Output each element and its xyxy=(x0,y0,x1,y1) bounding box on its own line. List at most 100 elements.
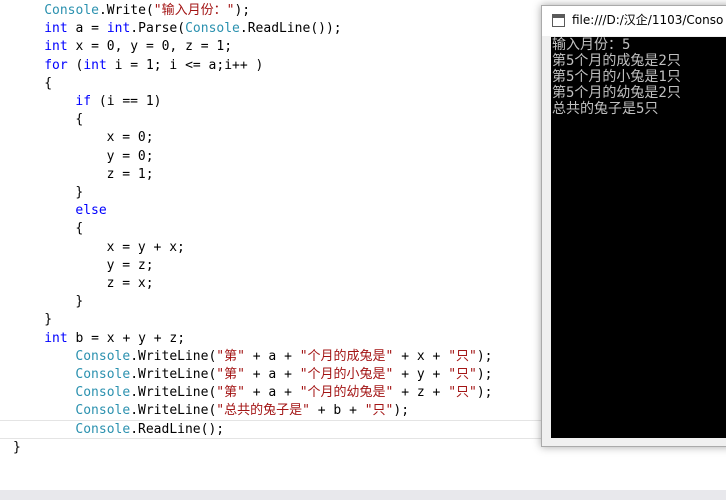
code-token: else xyxy=(75,203,107,219)
code-line: z = x; xyxy=(107,275,154,293)
code-token: "只" xyxy=(448,385,477,401)
console-output-line: 总共的兔子是5只 xyxy=(552,101,659,117)
code-line: } xyxy=(75,184,83,202)
code-line: Console.Write("输入月份："); xyxy=(44,2,250,20)
code-line: x = 0; xyxy=(107,129,154,147)
code-token: + a + xyxy=(244,348,300,364)
code-token: .WriteLine( xyxy=(130,367,217,382)
code-token: } xyxy=(75,185,84,200)
code-token: "只" xyxy=(448,367,477,382)
code-token: + b + xyxy=(309,403,365,419)
code-line: } xyxy=(44,311,52,329)
code-token: "个月的幼兔是" xyxy=(299,385,394,401)
console-output-area[interactable]: 输入月份：5 第5个月的成兔是2只 第5个月的小兔是1只 第5个月的幼兔是2只 … xyxy=(551,37,726,438)
code-token: } xyxy=(44,312,53,328)
code-token: if xyxy=(75,94,92,109)
code-token: ); xyxy=(393,403,410,419)
code-line: Console.WriteLine("第" + a + "个月的成兔是" + x… xyxy=(75,348,492,366)
code-line: int b = x + y + z; xyxy=(44,330,185,348)
code-token: + a + xyxy=(244,367,300,382)
code-line: x = y + x; xyxy=(107,239,185,257)
code-token: i = 1; i <= a;i++ ) xyxy=(106,57,264,73)
console-window[interactable]: file:///D:/汉企/1103/Conso 输入月份：5 第5个月的成兔是… xyxy=(541,5,726,447)
code-line: { xyxy=(75,220,83,238)
code-token: z = 1; xyxy=(106,166,154,182)
code-token: y = z; xyxy=(106,257,154,273)
code-line: for (int i = 1; i <= a;i++ ) xyxy=(44,57,263,75)
console-titlebar[interactable]: file:///D:/汉企/1103/Conso xyxy=(542,6,726,36)
code-token: Console xyxy=(44,3,99,18)
code-token: .Parse( xyxy=(130,21,186,37)
code-line: Console.ReadLine(); xyxy=(75,421,224,439)
code-token: y = 0; xyxy=(106,148,154,164)
code-line: { xyxy=(44,75,52,93)
code-token: { xyxy=(75,112,84,128)
code-token: Console xyxy=(75,403,131,419)
code-token: } xyxy=(75,294,84,310)
code-line: int a = int.Parse(Console.ReadLine()); xyxy=(44,20,341,38)
code-line: } xyxy=(13,439,21,457)
code-line: { xyxy=(75,111,83,129)
code-token: z = x; xyxy=(106,276,154,291)
code-token: int xyxy=(106,21,131,37)
code-line: else xyxy=(75,202,106,220)
code-token: .WriteLine( xyxy=(130,403,217,419)
code-token: .WriteLine( xyxy=(130,348,217,364)
code-token: x = 0, y = 0, z = 1; xyxy=(67,39,233,55)
code-token: .ReadLine(); xyxy=(130,421,225,437)
code-token: (i == 1) xyxy=(91,94,162,109)
code-token: } xyxy=(13,439,21,455)
code-token: ); xyxy=(234,3,251,18)
code-token: int xyxy=(44,330,68,346)
code-token: { xyxy=(75,221,84,237)
code-token: { xyxy=(44,75,53,91)
code-token: "总共的兔子是" xyxy=(216,403,310,419)
console-output-line: 第5个月的小兔是1只 xyxy=(552,69,681,85)
code-token: Console xyxy=(75,348,131,364)
code-token: ); xyxy=(476,367,493,382)
code-token: ( xyxy=(67,57,84,73)
code-token: Console xyxy=(75,421,131,437)
code-token: .WriteLine( xyxy=(130,385,217,401)
code-token: for xyxy=(44,57,68,73)
code-line: z = 1; xyxy=(107,166,154,184)
code-line: } xyxy=(75,293,83,311)
code-token: a = xyxy=(67,21,107,37)
code-token: "第" xyxy=(216,385,245,401)
code-token: ); xyxy=(476,348,493,364)
console-output-line: 第5个月的成兔是2只 xyxy=(552,53,681,69)
code-token: Console xyxy=(75,385,131,401)
code-token: x = 0; xyxy=(106,130,154,146)
code-token: "输入月份：" xyxy=(153,3,235,18)
code-token: int xyxy=(83,57,107,73)
code-token: "第" xyxy=(216,367,245,382)
code-line: y = z; xyxy=(107,257,154,275)
code-token: + z + xyxy=(393,385,449,401)
code-token: "个月的小兔是" xyxy=(299,367,394,382)
code-token: int xyxy=(44,21,68,37)
code-line: Console.WriteLine("第" + a + "个月的小兔是" + y… xyxy=(75,366,492,384)
code-line: y = 0; xyxy=(107,148,154,166)
console-output-line: 第5个月的幼兔是2只 xyxy=(552,85,681,101)
code-token: + y + xyxy=(393,367,449,382)
code-token: b = x + y + z; xyxy=(67,330,186,346)
console-app-icon xyxy=(552,14,565,27)
code-token: ); xyxy=(476,385,493,401)
code-token: Console xyxy=(185,21,240,37)
code-line: if (i == 1) xyxy=(75,93,161,111)
code-token: + a + xyxy=(244,385,300,401)
code-token: .ReadLine()); xyxy=(239,21,342,37)
code-token: + x + xyxy=(393,348,449,364)
console-output-line: 输入月份：5 xyxy=(552,37,631,53)
editor-bottom-bar xyxy=(0,490,726,500)
code-line: int x = 0, y = 0, z = 1; xyxy=(44,38,232,56)
code-token: "个月的成兔是" xyxy=(299,348,394,364)
code-token: Console xyxy=(75,367,131,382)
code-token: "只" xyxy=(448,348,477,364)
code-token: int xyxy=(44,39,68,55)
console-title: file:///D:/汉企/1103/Conso xyxy=(572,13,724,27)
code-token: x = y + x; xyxy=(106,239,185,255)
code-token: .Write( xyxy=(98,3,154,18)
code-token: "第" xyxy=(216,348,245,364)
code-line: Console.WriteLine("总共的兔子是" + b + "只"); xyxy=(75,402,409,420)
